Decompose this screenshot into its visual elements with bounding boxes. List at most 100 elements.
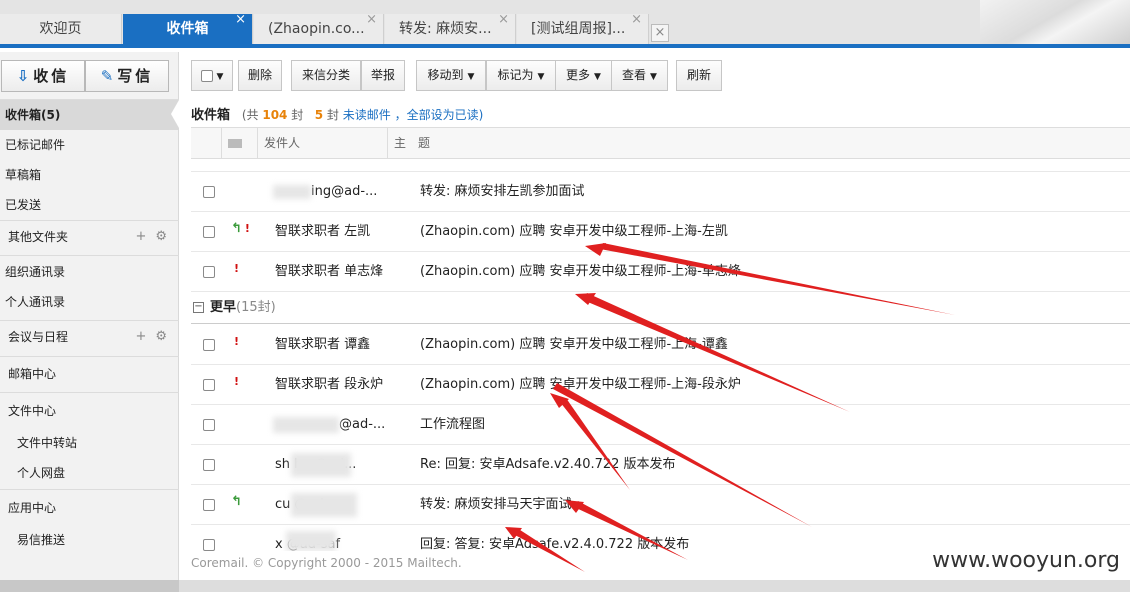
- mail-subject: Re: 回复: 安卓Adsafe.v2.40.722 版本发布: [420, 457, 676, 472]
- tab-close-icon[interactable]: ×: [631, 14, 642, 35]
- sidebar: ⇩ 收信 ✎ 写信 收件箱(5) 已标记邮件 草稿箱 已发送 其他文件夹 + ⚙ 组织…: [0, 52, 179, 592]
- reply-arrow-icon: ↰: [231, 221, 242, 236]
- gear-icon[interactable]: ⚙: [155, 229, 167, 244]
- sidebar-item-sent[interactable]: 已发送: [0, 190, 179, 220]
- sender-name: 智联求职者 谭鑫: [275, 337, 371, 352]
- select-all-dropdown[interactable]: ▼: [191, 60, 233, 91]
- collapse-icon[interactable]: −: [193, 302, 204, 313]
- more-button[interactable]: 更多 ▼: [555, 60, 612, 91]
- redaction: [273, 185, 311, 199]
- sidebar-item-inbox[interactable]: 收件箱(5): [0, 100, 179, 130]
- button-label: 删除: [247, 68, 272, 82]
- redaction: [291, 493, 357, 517]
- row-checkbox[interactable]: [203, 419, 215, 431]
- tab-close-icon[interactable]: ×: [366, 14, 377, 35]
- sidebar-item-drafts[interactable]: 草稿箱: [0, 160, 179, 190]
- tab-zhaopin[interactable]: (Zhaopin.co... ×: [254, 14, 384, 44]
- sidebar-item-file-center[interactable]: 文件中心: [0, 396, 179, 426]
- sidebar-item-label: 其他文件夹: [8, 230, 69, 244]
- sidebar-item-label: 会议与日程: [8, 330, 69, 344]
- row-checkbox[interactable]: [203, 499, 215, 511]
- tab-label: 转发: 麻烦安...: [399, 21, 492, 37]
- sidebar-item-app-center[interactable]: 应用中心: [0, 493, 179, 523]
- row-checkbox[interactable]: [203, 266, 215, 278]
- tab-forward[interactable]: 转发: 麻烦安... ×: [385, 14, 516, 44]
- row-checkbox[interactable]: [203, 539, 215, 551]
- sender-column-header[interactable]: 发件人: [257, 128, 387, 158]
- page-title: 收件箱: [191, 108, 231, 123]
- tab-inbox[interactable]: 收件箱 ×: [123, 14, 253, 44]
- mail-row[interactable]: ! 智联求职者 谭鑫 (Zhaopin.com) 应聘 安卓开发中级工程师-上海…: [191, 325, 1130, 365]
- sidebar-item-flagged[interactable]: 已标记邮件: [0, 130, 179, 160]
- column-label: 主 题: [394, 136, 431, 150]
- sidebar-item-label: 个人通讯录: [5, 295, 66, 309]
- row-checkbox[interactable]: [203, 459, 215, 471]
- mail-row[interactable]: ! 智联求职者 单志烽 (Zhaopin.com) 应聘 安卓开发中级工程师-上…: [191, 252, 1130, 292]
- sender-name: 智联求职者 单志烽: [275, 264, 384, 279]
- button-label: 更多: [566, 68, 591, 82]
- unread-mail-link[interactable]: 未读邮件: [343, 108, 391, 122]
- gear-icon[interactable]: ⚙: [155, 329, 167, 344]
- add-folder-icon[interactable]: +: [135, 229, 146, 244]
- report-button[interactable]: 举报: [361, 60, 405, 91]
- download-icon: ⇩: [16, 67, 30, 85]
- group-count: (15封): [236, 300, 276, 315]
- tab-label: (Zhaopin.co...: [268, 21, 365, 37]
- view-button[interactable]: 查看 ▼: [611, 60, 668, 91]
- row-checkbox[interactable]: [203, 186, 215, 198]
- receive-button[interactable]: ⇩ 收信: [1, 60, 85, 92]
- tab-label: 收件箱: [166, 21, 209, 37]
- sidebar-item-yixin-push[interactable]: 易信推送: [0, 525, 179, 555]
- sidebar-item-label: 易信推送: [17, 533, 66, 547]
- read-status-column[interactable]: [221, 128, 251, 158]
- mail-row[interactable]: @ad-... 工作流程图: [191, 405, 1130, 445]
- scrollbar-thumb[interactable]: [0, 580, 179, 592]
- mark-as-button[interactable]: 标记为 ▼: [486, 60, 556, 91]
- envelope-icon: [228, 139, 242, 148]
- row-checkbox[interactable]: [203, 226, 215, 238]
- tab-close-icon[interactable]: ×: [498, 14, 509, 35]
- delete-button[interactable]: 删除: [238, 60, 282, 91]
- mail-row[interactable]: ! 智联求职者 段永炉 (Zhaopin.com) 应聘 安卓开发中级工程师-上…: [191, 365, 1130, 405]
- mail-subject: (Zhaopin.com) 应聘 安卓开发中级工程师-上海-左凯: [420, 224, 728, 239]
- horizontal-scrollbar[interactable]: [0, 580, 1130, 592]
- mail-row[interactable]: ↰ cu @ad-... 转发: 麻烦安排马天宇面试: [191, 485, 1130, 525]
- classify-button[interactable]: 来信分类: [291, 60, 361, 91]
- tab-bar: 欢迎页 收件箱 × (Zhaopin.co... × 转发: 麻烦安... × [测试…: [0, 0, 1130, 48]
- tab-close-icon[interactable]: ×: [235, 14, 246, 35]
- tab-welcome[interactable]: 欢迎页: [0, 14, 122, 44]
- sidebar-item-org-contacts[interactable]: 组织通讯录: [0, 257, 179, 287]
- divider: [0, 356, 179, 357]
- compose-button[interactable]: ✎ 写信: [85, 60, 169, 92]
- move-to-button[interactable]: 移动到 ▼: [416, 60, 486, 91]
- subject-column-header[interactable]: 主 题: [387, 128, 1130, 158]
- sidebar-item-file-transfer[interactable]: 文件中转站: [0, 428, 179, 458]
- row-checkbox[interactable]: [203, 339, 215, 351]
- mail-subject: 转发: 麻烦安排左凯参加面试: [420, 184, 585, 199]
- select-all-checkbox[interactable]: [200, 69, 213, 82]
- sidebar-item-label: 已标记邮件: [5, 138, 66, 152]
- sidebar-item-label: 邮箱中心: [8, 367, 57, 381]
- sidebar-item-personal-contacts[interactable]: 个人通讯录: [0, 287, 179, 317]
- sidebar-item-mailbox-center[interactable]: 邮箱中心: [0, 359, 179, 389]
- caret-down-icon: ▼: [467, 72, 475, 82]
- mark-all-read-link[interactable]: ，全部设为已读): [395, 108, 484, 122]
- sidebar-item-calendar[interactable]: 会议与日程 + ⚙: [0, 322, 179, 352]
- unread-count: 5: [314, 108, 324, 122]
- mail-row[interactable]: sh hu @ad... Re: 回复: 安卓Adsafe.v2.40.722 …: [191, 445, 1130, 485]
- row-checkbox[interactable]: [203, 379, 215, 391]
- caret-down-icon: ▼: [537, 72, 545, 82]
- refresh-button[interactable]: 刷新: [676, 60, 722, 91]
- exclamation-icon: !: [234, 335, 240, 348]
- summary-text: 封: [291, 108, 304, 122]
- add-calendar-icon[interactable]: +: [135, 329, 146, 344]
- tab-report[interactable]: [测试组周报]... ×: [517, 14, 649, 44]
- close-all-tabs-icon[interactable]: ×: [651, 24, 669, 42]
- mail-row[interactable]: ing@ad-... 转发: 麻烦安排左凯参加面试: [191, 172, 1130, 212]
- sidebar-item-personal-disk[interactable]: 个人网盘: [0, 458, 179, 488]
- sidebar-item-label: 个人网盘: [17, 466, 66, 480]
- tab-label: 欢迎页: [39, 21, 82, 37]
- sidebar-item-other-folders[interactable]: 其他文件夹 + ⚙: [0, 222, 179, 252]
- group-header-earlier[interactable]: − 更早(15封): [191, 292, 1130, 324]
- mail-row[interactable]: ↰! 智联求职者 左凯 (Zhaopin.com) 应聘 安卓开发中级工程师-上…: [191, 212, 1130, 252]
